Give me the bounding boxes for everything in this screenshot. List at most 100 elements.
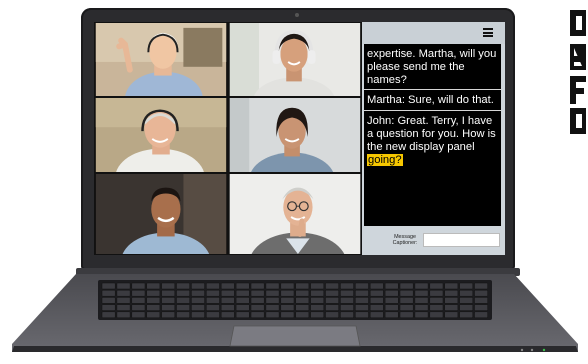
keyboard-key bbox=[131, 289, 146, 297]
video-tile-1[interactable] bbox=[94, 22, 228, 97]
caption-text: John: Great. Terry, I have a question fo… bbox=[367, 115, 496, 153]
keyboard-key bbox=[250, 304, 265, 311]
keyboard-key bbox=[355, 311, 369, 319]
keyboard-key bbox=[250, 311, 265, 319]
keyboard-key bbox=[280, 282, 295, 290]
keyboard-key bbox=[176, 311, 190, 319]
keyboard-key bbox=[131, 282, 146, 290]
keyboard-key bbox=[220, 289, 235, 297]
keyboard-key bbox=[414, 282, 429, 290]
keyboard-key bbox=[414, 304, 429, 311]
keyboard-key bbox=[459, 297, 474, 304]
keyboard-key bbox=[414, 311, 429, 319]
keyboard-key bbox=[101, 297, 116, 304]
keyboard-key bbox=[325, 311, 339, 319]
keyboard-key bbox=[250, 297, 265, 304]
keyboard-key bbox=[444, 304, 459, 311]
keyboard-key bbox=[325, 289, 339, 297]
keyboard-key bbox=[176, 282, 190, 290]
touchpad bbox=[229, 325, 361, 347]
keyboard-key bbox=[444, 311, 459, 319]
message-captioner-bar: Message Captioner: bbox=[362, 227, 505, 255]
keyboard-key bbox=[355, 304, 369, 311]
keyboard-key bbox=[176, 297, 190, 304]
keyboard-key bbox=[355, 297, 369, 304]
keyboard-key bbox=[220, 304, 235, 311]
video-tile-2[interactable] bbox=[228, 22, 362, 97]
keyboard-key bbox=[280, 297, 295, 304]
keyboard-key bbox=[355, 282, 369, 290]
keyboard-key bbox=[161, 289, 176, 297]
keyboard-key bbox=[161, 304, 176, 311]
keyboard-key bbox=[265, 297, 280, 304]
caption-text: Martha: Sure, will do that. bbox=[367, 94, 494, 107]
video-tile-3[interactable] bbox=[94, 97, 228, 173]
keyboard-key bbox=[295, 311, 310, 319]
message-captioner-input[interactable] bbox=[423, 233, 500, 247]
keyboard-key bbox=[235, 289, 250, 297]
keyboard-key bbox=[176, 289, 190, 297]
keyboard-key bbox=[384, 297, 399, 304]
keyboard-key bbox=[444, 297, 459, 304]
keyboard-key bbox=[265, 304, 280, 311]
keyboard-key bbox=[101, 304, 116, 311]
keyboard-key bbox=[414, 289, 429, 297]
keyboard-key bbox=[280, 304, 295, 311]
keyboard-key bbox=[325, 304, 339, 311]
keyboard-key bbox=[325, 282, 339, 290]
keyboard-key bbox=[295, 289, 310, 297]
keyboard-key bbox=[310, 297, 325, 304]
caption-highlight: going? bbox=[367, 153, 403, 166]
keyboard-key bbox=[474, 304, 488, 311]
keyboard-key bbox=[146, 282, 161, 290]
keyboard-key bbox=[459, 311, 474, 319]
laptop-screen: expertise. Martha, will you please send … bbox=[94, 22, 505, 255]
participant-video bbox=[229, 174, 361, 254]
video-tile-4[interactable] bbox=[228, 97, 362, 173]
keyboard-key bbox=[191, 304, 205, 311]
keyboard-key bbox=[474, 311, 488, 319]
keyboard-key bbox=[384, 304, 399, 311]
menu-icon[interactable] bbox=[483, 28, 493, 37]
caption-message: expertise. Martha, will you please send … bbox=[364, 44, 501, 91]
keyboard-key bbox=[459, 289, 474, 297]
keyboard-key bbox=[235, 297, 250, 304]
keyboard-key bbox=[206, 282, 220, 290]
keyboard-key bbox=[414, 297, 429, 304]
caption-message: John: Great. Terry, I have a question fo… bbox=[364, 111, 501, 169]
keyboard-key bbox=[101, 282, 116, 290]
keyboard-key bbox=[235, 282, 250, 290]
keyboard-key bbox=[399, 289, 414, 297]
keyboard-key bbox=[161, 297, 176, 304]
keyboard-key bbox=[250, 282, 265, 290]
keyboard-key bbox=[250, 289, 265, 297]
keyboard-key bbox=[369, 311, 384, 319]
keyboard-key bbox=[384, 311, 399, 319]
keyboard-key bbox=[220, 311, 235, 319]
keyboard-key bbox=[220, 282, 235, 290]
keyboard-key bbox=[384, 282, 399, 290]
keyboard-key bbox=[116, 311, 131, 319]
video-tile-6[interactable] bbox=[228, 173, 362, 255]
keyboard-key bbox=[146, 297, 161, 304]
participant-video bbox=[95, 23, 227, 96]
keyboard-key bbox=[340, 304, 354, 311]
keyboard-key bbox=[161, 282, 176, 290]
keyboard-key bbox=[280, 289, 295, 297]
message-captioner-label: Message Captioner: bbox=[392, 234, 418, 246]
video-tile-5[interactable] bbox=[94, 173, 228, 255]
laptop-keyboard-deck bbox=[12, 274, 578, 354]
keyboard-key bbox=[459, 304, 474, 311]
keyboard-key bbox=[235, 304, 250, 311]
caption-transcript: expertise. Martha, will you please send … bbox=[364, 44, 501, 226]
keyboard-key bbox=[459, 282, 474, 290]
keyboard-key bbox=[146, 304, 161, 311]
keyboard-key bbox=[369, 304, 384, 311]
keyboard-key bbox=[295, 282, 310, 290]
keyboard-key bbox=[310, 289, 325, 297]
keyboard-key bbox=[295, 297, 310, 304]
participant-video bbox=[95, 98, 227, 172]
keyboard-key bbox=[161, 311, 176, 319]
keyboard-key bbox=[206, 304, 220, 311]
keyboard-key bbox=[474, 289, 488, 297]
